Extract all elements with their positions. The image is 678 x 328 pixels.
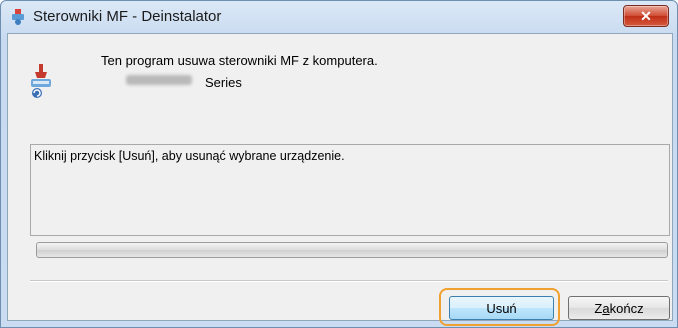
driver-uninstall-icon <box>31 64 51 98</box>
finish-button-label: Zakończ <box>594 300 644 316</box>
close-button[interactable]: ✕ <box>623 5 669 27</box>
finish-button[interactable]: Zakończ <box>568 296 670 320</box>
instruction-message: Kliknij przycisk [Usuń], aby usunąć wybr… <box>34 149 345 163</box>
uninstaller-window: Sterowniki MF - Deinstalator ✕ Ten progr… <box>0 0 678 328</box>
window-title: Sterowniki MF - Deinstalator <box>33 8 222 25</box>
separator <box>30 280 668 282</box>
progress-bar <box>36 242 668 258</box>
app-title-icon <box>12 9 24 25</box>
series-label: Series <box>205 75 242 90</box>
message-box: Kliknij przycisk [Usuń], aby usunąć wybr… <box>30 144 670 236</box>
remove-button-label: Usuń <box>486 300 517 316</box>
remove-button[interactable]: Usuń <box>449 296 554 320</box>
close-icon: ✕ <box>640 7 652 24</box>
dialog-body: Ten program usuwa sterowniki MF z komput… <box>7 33 673 326</box>
description-text: Ten program usuwa sterowniki MF z komput… <box>101 53 378 68</box>
title-bar[interactable]: Sterowniki MF - Deinstalator ✕ <box>1 1 677 33</box>
device-name-redacted <box>126 75 192 85</box>
